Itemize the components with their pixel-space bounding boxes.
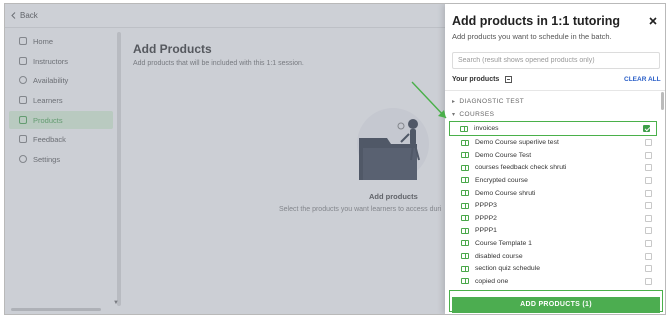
section-label: COURSES [459,111,495,118]
product-label: Demo Course shruti [475,189,536,197]
product-checkbox[interactable] [645,227,652,235]
add-products-button[interactable]: ADD PRODUCTS (1) [452,296,660,313]
product-checkbox[interactable] [645,214,652,222]
product-list: ▸ DIAGNOSTIC TEST ▾ COURSES invoices Dem… [445,92,665,288]
product-label: Demo Course superlive test [475,139,559,147]
product-label: Course Template 1 [475,239,532,247]
product-label: disabled course [475,252,523,260]
product-item[interactable]: Demo Course shruti [452,187,658,200]
product-label: invoices [474,125,499,132]
product-checkbox[interactable] [645,277,652,285]
product-item[interactable]: Encrypted course [452,174,658,187]
product-checkbox[interactable] [645,176,652,184]
clear-all-button[interactable]: CLEAR ALL [624,76,661,83]
add-products-highlight: ADD PRODUCTS (1) [449,290,663,313]
product-checkbox[interactable] [645,265,652,273]
screenshot-frame: Back Home Instructors Availability Learn… [4,3,666,315]
product-search-input[interactable] [452,52,660,69]
course-icon [461,177,469,184]
product-label: PPPP1 [475,227,497,235]
product-checkbox[interactable] [645,151,652,159]
product-label: courses feedback check shruti [475,164,567,172]
section-diagnostic-test[interactable]: ▸ DIAGNOSTIC TEST [452,98,524,105]
product-item-invoices[interactable]: invoices [449,121,657,136]
product-label: PPPP3 [475,202,497,210]
course-icon [461,190,469,197]
add-products-drawer: Add products in 1:1 tutoring Add product… [445,4,665,314]
course-icon [461,227,469,234]
section-courses[interactable]: ▾ COURSES [452,111,494,118]
product-label: Encrypted course [475,176,528,184]
modal-backdrop[interactable] [5,4,445,314]
course-icon [461,152,469,159]
course-icon [460,125,468,132]
list-scrollbar[interactable] [661,92,664,110]
product-checkbox[interactable] [643,125,650,132]
product-item[interactable]: Demo Course Test [452,149,658,162]
your-products-label: Your products [452,76,500,83]
product-label: Demo Course Test [475,151,532,159]
product-item[interactable]: Demo Course superlive test [452,136,658,149]
divider [445,90,665,91]
product-checkbox[interactable] [645,189,652,197]
product-item[interactable]: section quiz schedule [452,262,658,275]
product-checkbox[interactable] [645,239,652,247]
product-item[interactable]: Course Template 1 [452,237,658,250]
product-item[interactable]: PPPP2 [452,212,658,225]
background-app: Back Home Instructors Availability Learn… [5,4,445,314]
product-checkbox[interactable] [645,164,652,172]
product-item[interactable]: disabled course [452,250,658,263]
product-label: PPPP2 [475,214,497,222]
course-icon [461,265,469,272]
product-checkbox[interactable] [645,252,652,260]
close-icon[interactable] [647,15,659,27]
drawer-title: Add products in 1:1 tutoring [452,14,621,28]
drawer-subtitle: Add products you want to schedule in the… [452,32,612,41]
product-label: section quiz schedule [475,265,540,273]
course-icon [461,240,469,247]
chevron-right-icon: ▸ [452,99,456,105]
product-item[interactable]: courses feedback check shruti [452,162,658,175]
course-icon [461,164,469,171]
course-icon [461,215,469,222]
product-item[interactable]: PPPP3 [452,199,658,212]
course-icon [461,139,469,146]
product-item[interactable]: copied one [452,275,658,288]
section-label: DIAGNOSTIC TEST [459,98,525,105]
product-label: copied one [475,277,509,285]
your-products-header: Your products [452,76,513,83]
chevron-down-icon: ▾ [452,112,456,118]
product-checkbox[interactable] [645,139,652,147]
course-icon [461,278,469,285]
product-item[interactable]: PPPP1 [452,225,658,238]
collapse-all-icon[interactable] [505,76,513,83]
course-icon [461,202,469,209]
product-checkbox[interactable] [645,202,652,210]
course-icon [461,253,469,260]
